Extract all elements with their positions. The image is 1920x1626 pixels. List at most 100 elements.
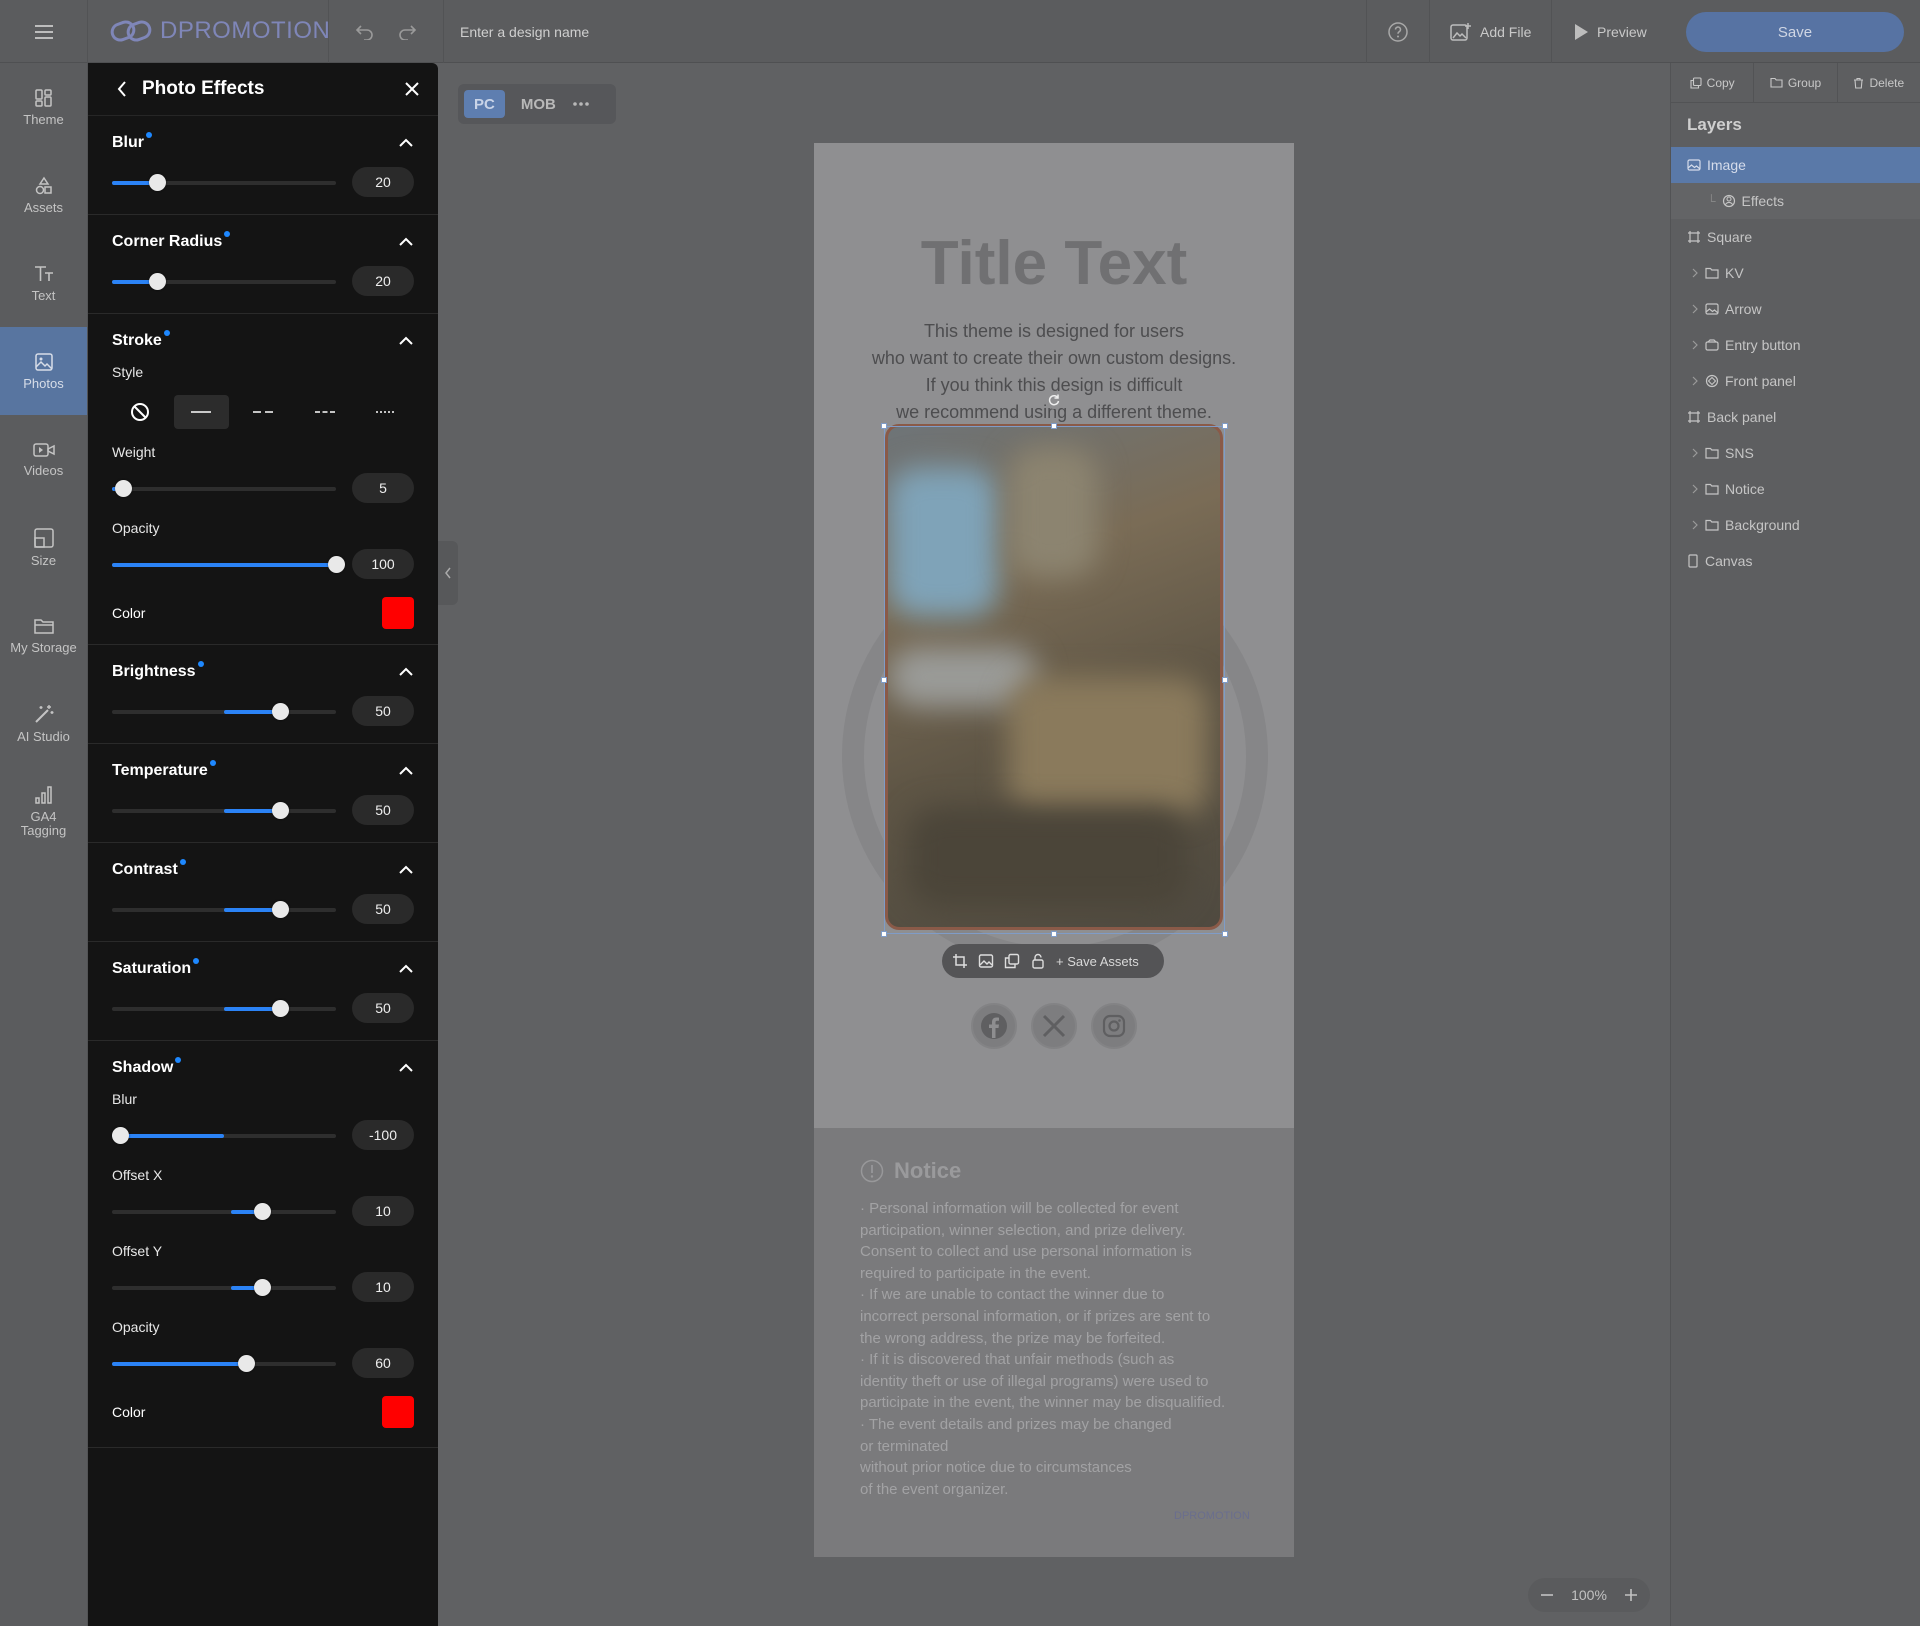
layer-square[interactable]: Square xyxy=(1671,219,1920,255)
rail-item-my-storage[interactable]: My Storage xyxy=(0,591,87,679)
undo-icon[interactable] xyxy=(355,24,375,40)
chevron-right-icon[interactable] xyxy=(1691,268,1699,278)
resize-handle[interactable] xyxy=(881,677,887,683)
zoom-out-icon[interactable] xyxy=(1540,1588,1554,1602)
layer-kv[interactable]: KV xyxy=(1671,255,1920,291)
contrast-value[interactable]: 50 xyxy=(352,894,414,924)
collapse-panel-button[interactable] xyxy=(438,541,458,605)
device-mob-button[interactable]: MOB xyxy=(511,90,566,118)
saturation-value[interactable]: 50 xyxy=(352,993,414,1023)
group-layer-button[interactable]: Group xyxy=(1754,63,1838,102)
layer-sns[interactable]: SNS xyxy=(1671,435,1920,471)
shadow-opacity-value[interactable]: 60 xyxy=(352,1348,414,1378)
back-arrow-icon[interactable] xyxy=(116,80,128,98)
delete-layer-button[interactable]: Delete xyxy=(1838,63,1920,102)
rail-item-videos[interactable]: Videos xyxy=(0,415,87,503)
resize-handle[interactable] xyxy=(1051,931,1057,937)
slider-knob[interactable] xyxy=(115,480,133,497)
stroke-style-dotted[interactable] xyxy=(358,395,414,429)
rail-item-ai-studio[interactable]: AI Studio xyxy=(0,679,87,767)
slider-knob[interactable] xyxy=(148,174,166,191)
chevron-right-icon[interactable] xyxy=(1691,484,1699,494)
stroke-style-solid[interactable] xyxy=(173,395,230,429)
blur-value[interactable]: 20 xyxy=(352,167,414,197)
replace-image-icon[interactable] xyxy=(978,953,994,969)
temperature-value[interactable]: 50 xyxy=(352,795,414,825)
slider-knob[interactable] xyxy=(272,703,289,720)
shadow-offset-x-slider[interactable] xyxy=(112,1203,336,1220)
brightness-slider[interactable] xyxy=(112,703,336,720)
slider-knob[interactable] xyxy=(112,1127,129,1144)
rail-item-text[interactable]: Text xyxy=(0,239,87,327)
more-horizontal-icon[interactable] xyxy=(572,101,590,107)
close-icon[interactable] xyxy=(404,81,420,97)
duplicate-icon[interactable] xyxy=(1004,953,1020,969)
stroke-style-none[interactable] xyxy=(112,395,168,429)
design-name-input[interactable] xyxy=(460,18,960,46)
stroke-color-swatch[interactable] xyxy=(382,597,414,629)
stroke-opacity-value[interactable]: 100 xyxy=(352,549,414,579)
rail-item-theme[interactable]: Theme xyxy=(0,63,87,151)
chevron-right-icon[interactable] xyxy=(1691,376,1699,386)
rail-item-size[interactable]: Size xyxy=(0,503,87,591)
chevron-right-icon[interactable] xyxy=(1691,340,1699,350)
layer-notice[interactable]: Notice xyxy=(1671,471,1920,507)
chevron-right-icon[interactable] xyxy=(1691,448,1699,458)
chevron-right-icon[interactable] xyxy=(1691,304,1699,314)
blur-slider[interactable] xyxy=(112,174,336,191)
slider-knob[interactable] xyxy=(254,1203,272,1220)
device-pc-button[interactable]: PC xyxy=(464,90,505,118)
brightness-value[interactable]: 50 xyxy=(352,696,414,726)
hamburger-menu-button[interactable] xyxy=(0,0,88,63)
canvas-body-text[interactable]: This theme is designed for users who wan… xyxy=(814,318,1294,426)
stroke-style-long-dash[interactable] xyxy=(235,395,291,429)
shadow-opacity-slider[interactable] xyxy=(112,1355,336,1372)
crop-icon[interactable] xyxy=(952,953,968,969)
rail-item-ga4-tagging[interactable]: GA4 Tagging xyxy=(0,767,87,855)
rotate-handle[interactable] xyxy=(1045,391,1063,409)
preview-button[interactable]: Preview xyxy=(1553,0,1667,63)
stroke-weight-slider[interactable] xyxy=(112,480,336,497)
app-logo[interactable]: DPROMOTION xyxy=(110,17,330,45)
resize-handle[interactable] xyxy=(881,423,887,429)
corner-radius-slider[interactable] xyxy=(112,273,336,290)
stroke-style-dash[interactable] xyxy=(297,395,353,429)
shadow-blur-value[interactable]: -100 xyxy=(352,1120,414,1150)
chevron-up-icon[interactable] xyxy=(398,766,414,776)
notice-title[interactable]: Notice xyxy=(894,1158,961,1184)
add-file-button[interactable]: Add File xyxy=(1430,0,1553,63)
resize-handle[interactable] xyxy=(1222,931,1228,937)
stroke-weight-value[interactable]: 5 xyxy=(352,473,414,503)
sns-instagram[interactable] xyxy=(1091,1003,1137,1049)
slider-knob[interactable] xyxy=(238,1355,256,1372)
sns-facebook[interactable] xyxy=(971,1003,1017,1049)
zoom-in-icon[interactable] xyxy=(1624,1588,1638,1602)
canvas-title-text[interactable]: Title Text xyxy=(814,228,1294,299)
sns-x[interactable] xyxy=(1031,1003,1077,1049)
chevron-up-icon[interactable] xyxy=(398,667,414,677)
copy-layer-button[interactable]: Copy xyxy=(1671,63,1755,102)
layer-front-panel[interactable]: Front panel xyxy=(1671,363,1920,399)
resize-handle[interactable] xyxy=(881,931,887,937)
chevron-up-icon[interactable] xyxy=(398,336,414,346)
notice-body[interactable]: · Personal information will be collected… xyxy=(860,1198,1280,1500)
resize-handle[interactable] xyxy=(1222,423,1228,429)
chevron-up-icon[interactable] xyxy=(398,1063,414,1073)
rail-item-photos[interactable]: Photos xyxy=(0,327,87,415)
shadow-color-swatch[interactable] xyxy=(382,1396,414,1428)
chevron-up-icon[interactable] xyxy=(398,865,414,875)
layer-background[interactable]: Background xyxy=(1671,507,1920,543)
chevron-up-icon[interactable] xyxy=(398,138,414,148)
corner-radius-value[interactable]: 20 xyxy=(352,266,414,296)
layer-canvas[interactable]: Canvas xyxy=(1671,543,1920,579)
layer-effects[interactable]: └ Effects xyxy=(1671,183,1920,219)
shadow-offset-x-value[interactable]: 10 xyxy=(352,1196,414,1226)
lock-icon[interactable] xyxy=(1030,953,1046,969)
save-assets-button[interactable]: + Save Assets xyxy=(1056,954,1139,969)
slider-knob[interactable] xyxy=(148,273,166,290)
slider-knob[interactable] xyxy=(272,901,289,918)
save-button[interactable]: Save xyxy=(1686,12,1904,52)
temperature-slider[interactable] xyxy=(112,802,336,819)
help-button[interactable] xyxy=(1366,0,1430,63)
slider-knob[interactable] xyxy=(254,1279,272,1296)
